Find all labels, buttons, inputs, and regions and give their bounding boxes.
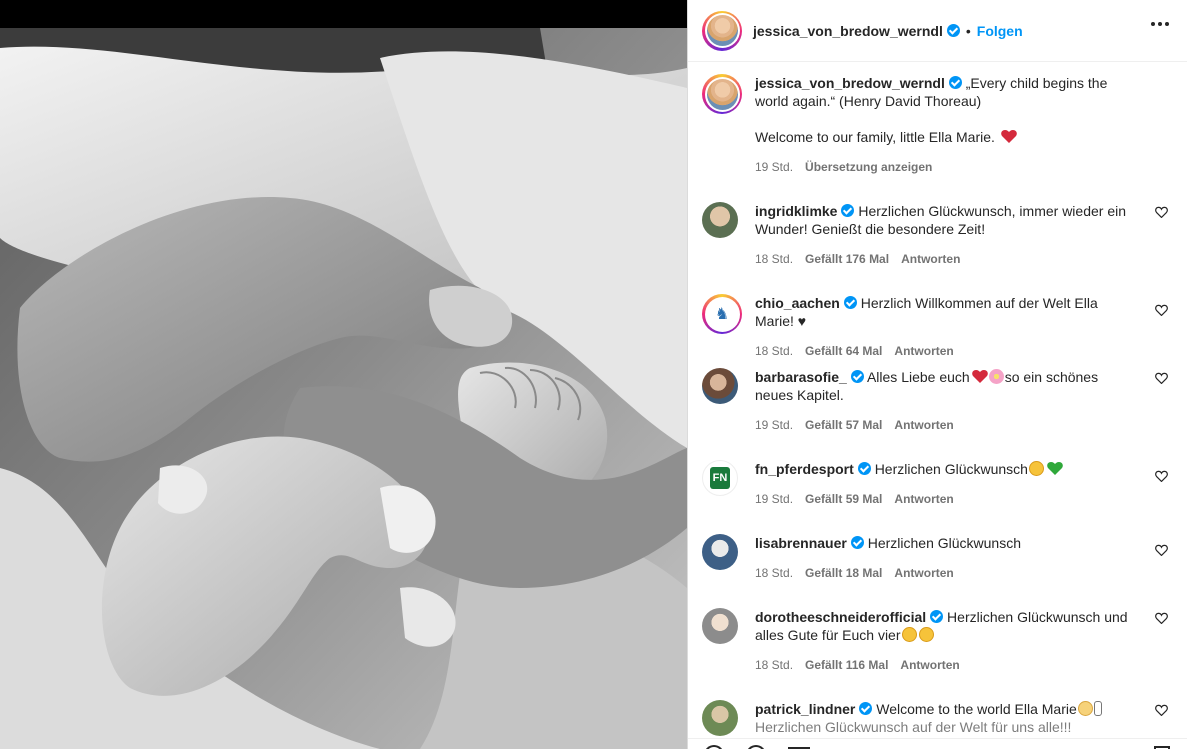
reply-button[interactable]: Antworten [894,566,953,580]
verified-icon [857,462,871,475]
author-avatar[interactable] [702,10,742,51]
caption: jessica_von_bredow_werndl „Every child b… [702,74,1172,174]
comment-likes[interactable]: Gefällt 64 Mal [805,344,882,358]
comment-username[interactable]: ingridklimke [755,203,837,219]
comment-time: 18 Std. [755,252,794,266]
comment-likes[interactable]: Gefällt 176 Mal [805,252,889,266]
comment-username[interactable]: patrick_lindner [755,701,855,717]
heart-eyes-emoji [918,627,934,642]
commenter-avatar[interactable] [702,368,738,404]
comment-text: Herzlichen Glückwunsch [867,535,1022,551]
green-heart-emoji [1047,461,1063,475]
reply-button[interactable]: Antworten [900,658,959,672]
baby-hands-photo [0,28,687,749]
comment-username[interactable]: barbarasofie_ [755,369,847,385]
caption-avatar[interactable] [702,74,742,114]
star-eyes-emoji [1028,461,1044,476]
commenter-avatar[interactable] [702,700,738,736]
like-heart-icon[interactable] [1155,470,1168,482]
baby-bottle-emoji [1093,701,1102,716]
verified-icon [859,702,873,715]
commenter-avatar[interactable] [702,202,738,238]
commenter-avatar[interactable]: ♞ [702,294,742,334]
red-heart-emoji [971,369,988,383]
verified-icon [946,24,960,37]
comment-item: FN fn_pferdesport Herzlichen Glückwunsch… [702,460,1172,506]
verified-icon [841,204,855,217]
caption-username[interactable]: jessica_von_bredow_werndl [755,75,945,91]
commenter-avatar[interactable] [702,608,738,644]
comment-item: barbarasofie_ Alles Liebe euch so ein sch… [702,368,1172,432]
verified-icon [850,536,864,549]
reply-button[interactable]: Antworten [894,344,953,358]
comment-time: 18 Std. [755,658,794,672]
photo-top-bar [0,0,687,28]
caption-text-2: Welcome to our family, little Ella Marie… [755,129,995,145]
post-photo[interactable] [0,0,687,749]
like-heart-icon[interactable] [1155,612,1168,624]
verified-icon [843,296,857,309]
comment-time: 19 Std. [755,492,794,506]
like-heart-icon[interactable] [1155,544,1168,556]
follow-button[interactable]: Folgen [977,23,1023,39]
reply-button[interactable]: Antworten [894,492,953,506]
post-side-panel: jessica_von_bredow_werndl • Folgen jessi… [687,0,1187,749]
comment-text: Herzlichen Glückwunsch [874,461,1028,477]
hugging-face-emoji [901,627,917,642]
comment-username[interactable]: chio_aachen [755,295,840,311]
author-username[interactable]: jessica_von_bredow_werndl [753,23,943,39]
baby-emoji [1077,701,1093,716]
verified-icon [850,370,864,383]
comment-likes[interactable]: Gefällt 18 Mal [805,566,882,580]
comment-time: 19 Std. [755,418,794,432]
blossom-emoji [988,369,1004,384]
verified-icon [930,610,944,623]
comment-time: 18 Std. [755,344,794,358]
post-header: jessica_von_bredow_werndl • Folgen [688,0,1187,62]
reply-button[interactable]: Antworten [901,252,960,266]
comment-icon[interactable] [746,745,766,749]
separator-dot: • [965,22,971,39]
like-heart-icon[interactable] [1155,304,1168,316]
translate-link[interactable]: Übersetzung anzeigen [805,160,932,174]
comment-item: patrick_lindner Welcome to the world Ell… [702,700,1172,736]
more-icon[interactable] [1151,22,1169,26]
comment-likes[interactable]: Gefällt 59 Mal [805,492,882,506]
commenter-avatar[interactable]: FN [702,460,738,496]
heart-icon[interactable] [704,745,724,749]
comment-time: 18 Std. [755,566,794,580]
comment-username[interactable]: lisabrennauer [755,535,847,551]
comment-text-2: Herzlichen Glückwunsch auf der Welt für … [755,719,1072,735]
like-heart-icon[interactable] [1155,704,1168,716]
comment-text: Welcome to the world Ella Marie [876,701,1077,717]
comment-item: ♞ chio_aachen Herzlich Willkommen auf de… [702,294,1172,358]
comment-item: dorotheeschneiderofficial Herzlichen Glü… [702,608,1172,672]
comment-likes[interactable]: Gefällt 57 Mal [805,418,882,432]
like-heart-icon[interactable] [1155,206,1168,218]
commenter-avatar[interactable] [702,534,738,570]
verified-icon [948,76,962,89]
action-bar [688,738,1187,749]
comment-username[interactable]: fn_pferdesport [755,461,854,477]
reply-button[interactable]: Antworten [894,418,953,432]
comment-item: lisabrennauer Herzlichen Glückwunsch 18 … [702,534,1172,580]
comment-username[interactable]: dorotheeschneiderofficial [755,609,926,625]
comment-item: ingridklimke Herzlichen Glückwunsch, imm… [702,202,1172,266]
caption-time: 19 Std. [755,160,794,174]
like-heart-icon[interactable] [1155,372,1168,384]
red-heart-emoji [1000,129,1017,143]
comments-list[interactable]: jessica_von_bredow_werndl „Every child b… [688,62,1187,749]
comment-text: Alles Liebe euch [866,369,970,385]
comment-likes[interactable]: Gefällt 116 Mal [805,658,888,672]
